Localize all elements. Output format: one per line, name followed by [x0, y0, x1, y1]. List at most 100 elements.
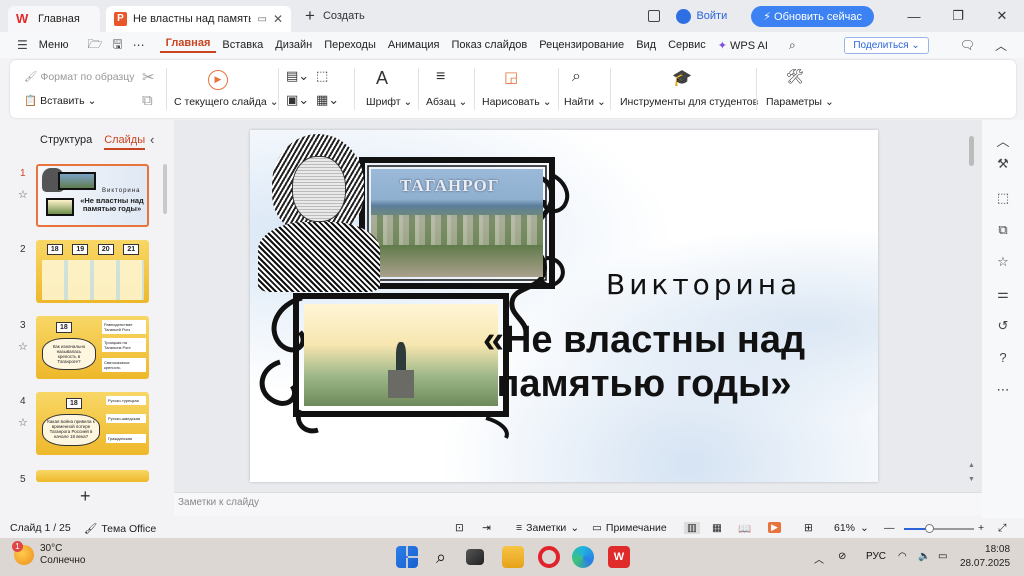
language-indicator[interactable]: РУС [866, 551, 886, 562]
fullscreen-icon[interactable]: ⤢ [998, 522, 1006, 535]
help-icon[interactable]: ? [995, 350, 1011, 366]
panel-scrollbar[interactable] [163, 164, 167, 214]
menu-button[interactable]: Меню [33, 39, 75, 51]
close-tab-icon[interactable]: ✕ [273, 12, 283, 26]
share-button[interactable]: Поделиться ⌄ [844, 36, 929, 54]
paste-button[interactable]: 📋 Вставить ⌄ [24, 94, 96, 108]
hamburger-icon[interactable]: ☰ [12, 38, 33, 52]
slide-subtitle[interactable]: Викторина [606, 268, 801, 301]
windows-start-icon[interactable] [396, 546, 418, 568]
find-button[interactable]: Найти ⌄ [564, 96, 606, 108]
zoom-out-icon[interactable]: — [884, 522, 895, 534]
speaker-icon[interactable]: 🔈 [918, 551, 930, 562]
scrollbar-thumb[interactable] [969, 136, 974, 166]
layout-icon[interactable]: ⬚ [316, 68, 328, 84]
from-current-slide-button[interactable]: С текущего слайда ⌄ [174, 96, 279, 108]
play-slideshow-icon[interactable]: ▶ [208, 70, 228, 90]
shapes-icon[interactable]: ⬚ [995, 190, 1011, 206]
parameters-button[interactable]: Параметры ⌄ [766, 96, 834, 108]
paragraph-icon[interactable]: ≡ [436, 68, 445, 86]
theme-button[interactable]: 🖌 Тема Office [84, 522, 156, 536]
tab-home[interactable]: W Главная [8, 6, 100, 32]
star-icon[interactable]: ☆ [18, 416, 28, 429]
current-slide[interactable]: ТАГАНРОГ Викторина «Не властны над памят… [250, 130, 878, 482]
format-painter-button[interactable]: 🖌 Формат по образцу [24, 70, 135, 84]
collapse-panel-icon[interactable]: ‹ [150, 132, 154, 147]
parameters-icon[interactable]: 🛠 [786, 68, 804, 85]
font-icon[interactable]: A [376, 68, 388, 89]
tray-overflow-icon[interactable]: ︿ [814, 551, 824, 566]
file-explorer-icon[interactable] [502, 546, 524, 568]
weather-widget[interactable]: 1 30°C Солнечно [12, 541, 85, 567]
copy-icon[interactable]: ⧉ [142, 92, 153, 109]
opera-icon[interactable] [538, 546, 560, 568]
scroll-up-icon[interactable]: ︿ [995, 134, 1011, 150]
muted-icon[interactable]: ⊘ [838, 551, 846, 562]
slide-thumbnail-1[interactable]: Викторина «Не властны над памятью годы» [36, 164, 149, 227]
magic-wand-icon[interactable]: ⚒ [995, 156, 1011, 172]
window-switch-icon[interactable] [648, 10, 661, 22]
fit-window-icon[interactable]: ⊞ [804, 522, 813, 534]
draw-button[interactable]: Нарисовать ⌄ [482, 96, 552, 108]
tab-document[interactable]: P Не властны над памятью го, ▭ ✕ [106, 6, 291, 32]
notes-toggle[interactable]: ≡ Заметки ⌄ [516, 522, 579, 534]
menu-item-transitions[interactable]: Переходы [318, 39, 382, 51]
star-icon[interactable]: ☆ [18, 188, 28, 201]
zoom-in-icon[interactable]: + [978, 522, 984, 534]
more-icon[interactable]: ⋯ [995, 382, 1011, 398]
find-icon[interactable]: ⌕ [572, 68, 581, 86]
clock[interactable]: 18:08 28.07.2025 [960, 543, 1010, 571]
section-icon[interactable]: ▣⌄ [286, 92, 309, 108]
menu-item-insert[interactable]: Вставка [216, 39, 269, 51]
slideshow-icon[interactable]: ▶ [768, 522, 781, 533]
reading-view-icon[interactable]: 📖 [738, 522, 751, 535]
menu-item-design[interactable]: Дизайн [269, 39, 318, 51]
menu-item-wps-ai[interactable]: ✦ WPS AI [712, 39, 774, 52]
shapes-icon[interactable]: ◲ [504, 68, 518, 86]
slide-thumbnail-3[interactable]: 18 Как изначально называлась крепость в … [36, 316, 149, 379]
student-tools-button[interactable]: Инструменты для студентов [620, 96, 758, 108]
reset-icon[interactable]: ▦⌄ [316, 92, 339, 108]
sliders-icon[interactable]: ⚌ [995, 286, 1011, 302]
new-slide-icon[interactable]: ▤⌄ [286, 68, 309, 84]
normal-view-icon[interactable]: ▥ [684, 522, 700, 534]
slide-thumbnail-4[interactable]: 18 Какая война привела к временной потер… [36, 392, 149, 455]
restore-icon[interactable]: ❐ [936, 8, 980, 24]
export-icon[interactable]: ⇥ [482, 522, 491, 534]
search-icon[interactable]: ⌕ [430, 546, 452, 568]
add-slide-icon[interactable]: + [80, 486, 91, 507]
comment-toggle[interactable]: ▭ Примечание [592, 522, 667, 534]
notes-area[interactable]: Заметки к слайду [174, 492, 982, 516]
tab-slides[interactable]: Слайды [104, 134, 146, 150]
menu-item-tools[interactable]: Сервис [662, 39, 712, 51]
slide-thumbnail-2[interactable]: 18 19 20 21 [36, 240, 149, 303]
canvas-scrollbar[interactable]: ▲ ▼ [966, 126, 976, 490]
menu-item-review[interactable]: Рецензирование [533, 39, 630, 51]
battery-icon[interactable]: ▭ [938, 551, 947, 562]
zoom-slider[interactable] [904, 524, 974, 533]
slide-thumbnail-5[interactable] [36, 470, 149, 482]
comment-icon[interactable]: 🗨 [955, 38, 980, 52]
new-tab-button[interactable]: + Создать [305, 6, 365, 26]
more-icon[interactable]: ⋯ [128, 38, 150, 52]
zoom-dropdown-icon[interactable]: ⌄ [860, 522, 869, 534]
wifi-icon[interactable]: ◠ [898, 551, 907, 562]
upgrade-button[interactable]: ⚡ Обновить сейчас [751, 5, 874, 27]
font-button[interactable]: Шрифт ⌄ [366, 96, 412, 108]
menu-item-view[interactable]: Вид [630, 39, 662, 51]
search-icon[interactable]: ⌕ [784, 38, 801, 53]
cut-icon[interactable]: ✂ [142, 68, 155, 86]
star-icon[interactable]: ☆ [18, 340, 28, 353]
menu-item-slideshow[interactable]: Показ слайдов [446, 39, 534, 51]
collapse-ribbon-icon[interactable]: ︿ [990, 37, 1012, 54]
sorter-view-icon[interactable]: ▦ [712, 522, 722, 534]
save-icon[interactable]: 🖫 [107, 35, 127, 56]
zoom-slider-knob[interactable] [924, 524, 934, 533]
layers-icon[interactable]: ⧉ [995, 222, 1011, 238]
tab-structure[interactable]: Структура [40, 134, 92, 150]
paragraph-button[interactable]: Абзац ⌄ [426, 96, 467, 108]
menu-item-animation[interactable]: Анимация [382, 39, 446, 51]
slide-title[interactable]: «Не властны над памятью годы» [450, 318, 838, 406]
menu-item-home[interactable]: Главная [159, 37, 217, 53]
folder-icon[interactable]: 🗁 [83, 35, 108, 56]
